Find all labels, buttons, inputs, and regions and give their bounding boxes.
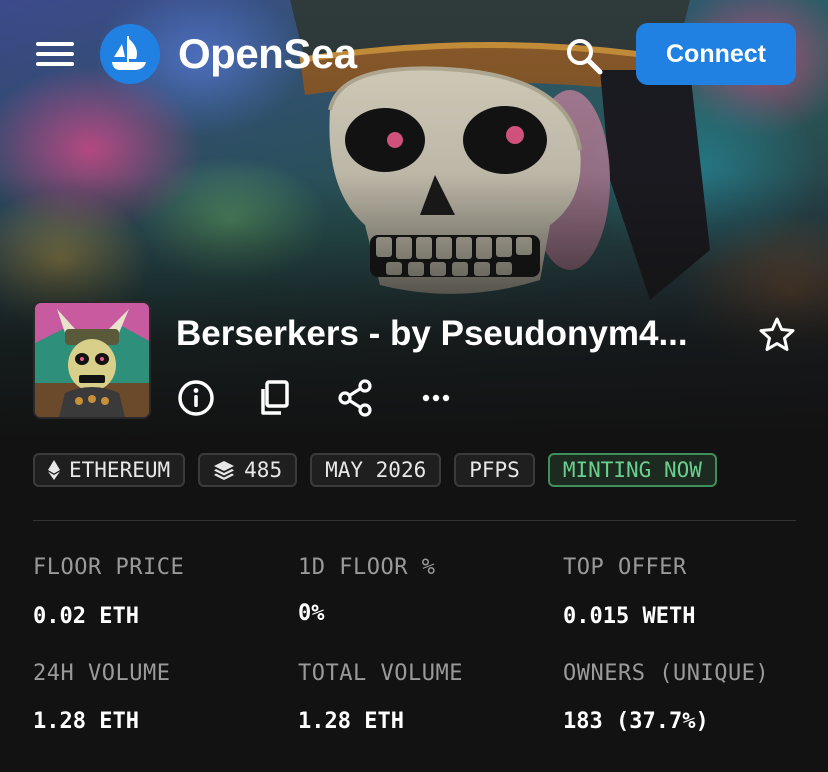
layers-icon: [213, 460, 235, 480]
top-offer-label: TOP OFFER: [563, 555, 687, 580]
floor-change-label: 1D FLOOR %: [298, 555, 436, 580]
opensea-logo-icon[interactable]: [100, 24, 160, 84]
more-icon[interactable]: [414, 376, 458, 420]
collection-avatar[interactable]: [33, 301, 151, 419]
floor-price-value: 0.02 ETH: [33, 604, 139, 629]
chain-chip[interactable]: ETHEREUM: [33, 453, 186, 487]
brand-name[interactable]: OpenSea: [178, 26, 357, 82]
connect-button[interactable]: Connect: [636, 23, 796, 85]
stats-divider: [33, 520, 796, 521]
items-count: 485: [244, 458, 283, 482]
copy-icon[interactable]: [253, 376, 297, 420]
date-chip[interactable]: MAY 2026: [310, 453, 442, 487]
floor-change-value: 0%: [298, 601, 325, 626]
volume-24h-value: 1.28 ETH: [33, 709, 139, 734]
category-chip[interactable]: PFPS: [454, 453, 535, 487]
top-nav: OpenSea Connect: [0, 0, 828, 108]
search-icon[interactable]: [562, 34, 606, 78]
owners-value: 183 (37.7%): [563, 709, 709, 734]
minting-status-label: MINTING NOW: [562, 458, 702, 482]
ethereum-icon: [48, 460, 60, 480]
top-offer-value: 0.015 WETH: [563, 604, 696, 629]
collection-title: Berserkers - by Pseudonym4...: [176, 314, 688, 353]
info-icon[interactable]: [174, 376, 218, 420]
floor-price-label: FLOOR PRICE: [33, 555, 185, 580]
minting-status-chip[interactable]: MINTING NOW: [547, 453, 717, 487]
volume-24h-label: 24H VOLUME: [33, 661, 171, 686]
items-count-chip[interactable]: 485: [198, 453, 298, 487]
date-label: MAY 2026: [325, 458, 427, 482]
total-volume-value: 1.28 ETH: [298, 709, 404, 734]
total-volume-label: TOTAL VOLUME: [298, 661, 463, 686]
chain-label: ETHEREUM: [69, 458, 171, 482]
category-label: PFPS: [469, 458, 520, 482]
share-icon[interactable]: [334, 376, 378, 420]
hamburger-icon[interactable]: [36, 40, 76, 68]
star-icon[interactable]: [757, 315, 797, 355]
owners-label: OWNERS (UNIQUE): [563, 661, 770, 686]
collection-chips: ETHEREUM 485 MAY 2026 PFPS MINTING NOW: [33, 453, 796, 487]
